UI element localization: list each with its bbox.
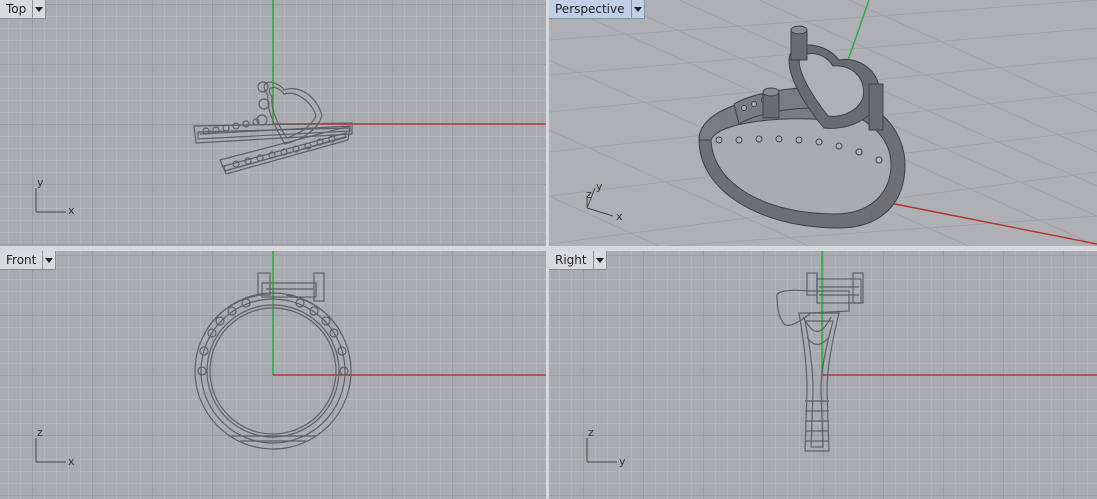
- axis-gizmo-top: x y: [35, 176, 75, 217]
- viewport-tab-label: Right: [555, 253, 587, 267]
- top-view-canvas: x y: [35, 0, 546, 217]
- axis-gizmo-front: x z: [35, 426, 75, 468]
- perspective-view-canvas: x y z: [549, 0, 1097, 246]
- viewport-right[interactable]: y z Right: [549, 251, 1097, 499]
- viewport-tab-label: Top: [6, 2, 27, 16]
- viewport-tab-front[interactable]: Front: [0, 251, 57, 270]
- axis-gizmo-right: y z: [586, 426, 626, 468]
- viewport-top[interactable]: x y Top: [0, 0, 546, 246]
- viewport-tab-right[interactable]: Right: [549, 251, 607, 270]
- axis-gizmo-perspective: x y z: [586, 180, 623, 223]
- viewport-front[interactable]: x z Front: [0, 251, 546, 499]
- axis-label-v: y: [37, 176, 44, 189]
- viewport-tab-label: Front: [6, 253, 37, 267]
- chevron-down-icon[interactable]: [32, 0, 45, 18]
- right-view-canvas: y z: [586, 251, 1097, 468]
- axis-label-h: x: [616, 210, 623, 223]
- axis-label-v: z: [588, 426, 594, 439]
- axis-label-h: y: [619, 455, 626, 468]
- chevron-down-icon[interactable]: [42, 251, 55, 269]
- axis-label-h: x: [68, 455, 75, 468]
- axis-label-z: z: [586, 188, 592, 201]
- chevron-down-icon[interactable]: [592, 251, 606, 269]
- ring-wireframe-right: [776, 272, 864, 452]
- chevron-down-icon[interactable]: [630, 0, 644, 18]
- ring-model-perspective: [698, 25, 906, 229]
- axis-label-h: x: [68, 204, 75, 217]
- front-view-canvas: x z: [35, 251, 546, 468]
- axis-label-v: z: [37, 426, 43, 439]
- viewport-tab-perspective[interactable]: Perspective: [549, 0, 645, 19]
- viewport-tab-label: Perspective: [555, 2, 625, 16]
- axis-label-v: y: [596, 180, 603, 193]
- viewport-tab-top[interactable]: Top: [0, 0, 47, 19]
- viewport-perspective[interactable]: x y z Perspective: [549, 0, 1097, 246]
